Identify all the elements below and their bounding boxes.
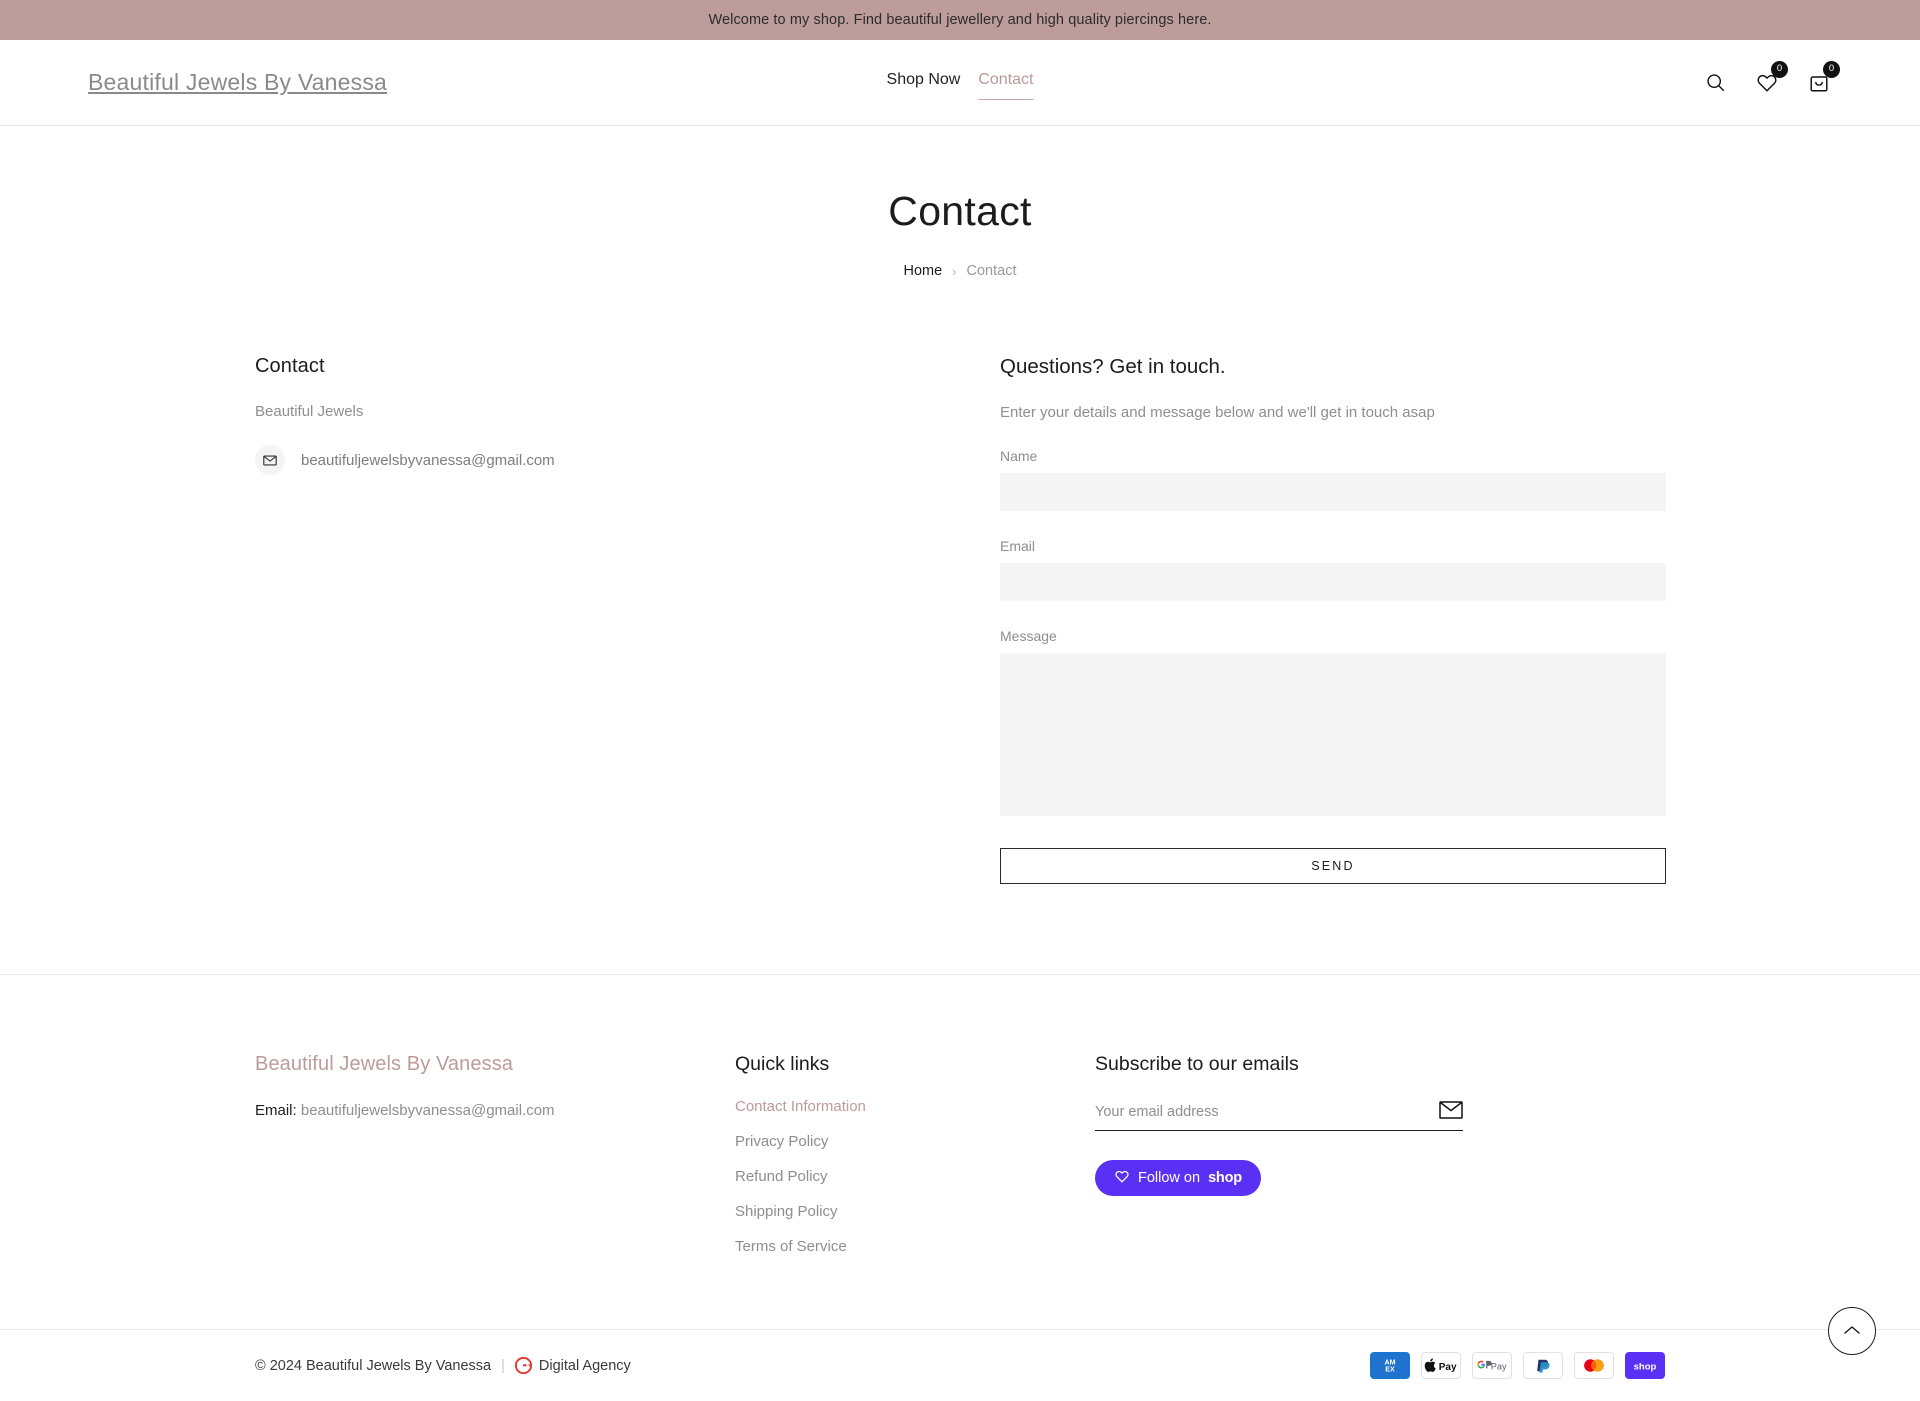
footer-email-line: Email: beautifuljewelsbyvanessa@gmail.co…	[255, 1102, 735, 1119]
nav-item-shop-now[interactable]: Shop Now	[887, 71, 961, 99]
contact-form-column: Questions? Get in touch. Enter your deta…	[1000, 355, 1666, 884]
cart-icon[interactable]: 0	[1806, 60, 1840, 96]
svg-text:shop: shop	[1634, 1361, 1657, 1372]
breadcrumb-current: Contact	[966, 263, 1017, 279]
quick-link-privacy-policy[interactable]: Privacy Policy	[735, 1133, 828, 1150]
footer-brand-name: Beautiful Jewels By Vanessa	[255, 1053, 514, 1075]
page-title: Contact	[888, 188, 1032, 234]
header-icon-group: 0 0	[1702, 60, 1840, 96]
contact-info-column: Contact Beautiful Jewels beautifuljewels…	[255, 355, 1000, 475]
follow-on-shop-prefix: Follow on	[1138, 1170, 1201, 1186]
contact-company-name: Beautiful Jewels	[255, 403, 364, 420]
email-field-group: Email	[1000, 538, 1666, 601]
send-button[interactable]: SEND	[1000, 848, 1666, 884]
email-input[interactable]	[1000, 563, 1666, 601]
footer-email-label: Email:	[255, 1102, 297, 1119]
email-field-label: Email	[1000, 538, 1036, 554]
envelope-icon	[255, 445, 285, 475]
contact-info-heading: Contact	[255, 355, 325, 377]
payment-methods-list: AM EX Pay Pay shop	[1370, 1352, 1665, 1379]
contact-form-heading: Questions? Get in touch.	[1000, 355, 1226, 378]
chevron-up-icon	[1844, 1322, 1860, 1340]
quick-link-terms-of-service[interactable]: Terms of Service	[735, 1238, 847, 1255]
payment-icon-apple-pay: Pay	[1421, 1352, 1461, 1379]
footer-bottom-bar: © 2024 Beautiful Jewels By Vanessa | Dig…	[0, 1329, 1920, 1401]
subscribe-email-input[interactable]	[1095, 1103, 1431, 1120]
site-header: Beautiful Jewels By Vanessa Shop Now Con…	[0, 40, 1920, 126]
list-item: Contact Information	[735, 1098, 1095, 1116]
page-header: Contact Home › Contact	[0, 126, 1920, 279]
main-navigation: Shop Now Contact	[887, 71, 1034, 100]
list-item: Privacy Policy	[735, 1133, 1095, 1151]
footer-quick-links-column: Quick links Contact Information Privacy …	[735, 1053, 1095, 1273]
footer-email-value: beautifuljewelsbyvanessa@gmail.com	[300, 1102, 555, 1119]
list-item: Refund Policy	[735, 1168, 1095, 1186]
subscribe-form	[1095, 1101, 1463, 1131]
name-field-label: Name	[1000, 448, 1038, 464]
subscribe-submit-button[interactable]	[1431, 1101, 1463, 1122]
nav-item-contact[interactable]: Contact	[978, 71, 1034, 100]
name-field-group: Name	[1000, 448, 1666, 511]
scroll-to-top-button[interactable]	[1828, 1307, 1876, 1355]
announcement-bar: Welcome to my shop. Find beautiful jewel…	[0, 0, 1920, 40]
wishlist-icon[interactable]: 0	[1754, 60, 1788, 96]
search-icon[interactable]	[1702, 70, 1728, 96]
g-logo-icon	[514, 1357, 532, 1374]
svg-text:EX: EX	[1385, 1366, 1395, 1374]
cart-count-badge: 0	[1823, 60, 1840, 78]
copyright-text: © 2024 Beautiful Jewels By Vanessa	[255, 1357, 492, 1374]
footer-subscribe-column: Subscribe to our emails Follow on shop	[1095, 1053, 1555, 1196]
site-footer: Beautiful Jewels By Vanessa Email: beaut…	[0, 974, 1920, 1273]
svg-text:Pay: Pay	[1439, 1362, 1457, 1373]
quick-link-contact-information[interactable]: Contact Information	[735, 1098, 866, 1115]
message-textarea[interactable]	[1000, 653, 1666, 816]
payment-icon-google-pay: Pay	[1472, 1352, 1512, 1379]
wishlist-count-badge: 0	[1771, 60, 1788, 78]
breadcrumb-home[interactable]: Home	[903, 263, 942, 279]
contact-form-description: Enter your details and message below and…	[1000, 404, 1435, 421]
agency-link[interactable]: Digital Agency	[539, 1358, 631, 1374]
announcement-text: Welcome to my shop. Find beautiful jewel…	[708, 12, 1212, 28]
heart-icon	[1114, 1169, 1130, 1188]
copyright-divider: |	[501, 1357, 505, 1374]
payment-icon-paypal	[1523, 1352, 1563, 1379]
copyright-line: © 2024 Beautiful Jewels By Vanessa | Dig…	[255, 1357, 631, 1374]
list-item: Shipping Policy	[735, 1203, 1095, 1221]
footer-brand-column: Beautiful Jewels By Vanessa Email: beaut…	[255, 1053, 735, 1119]
breadcrumb: Home › Contact	[0, 263, 1920, 279]
svg-text:Pay: Pay	[1491, 1361, 1507, 1371]
site-logo[interactable]: Beautiful Jewels By Vanessa	[88, 69, 387, 96]
payment-icon-shop-pay: shop	[1625, 1352, 1665, 1379]
envelope-icon	[1439, 1101, 1463, 1122]
subscribe-heading: Subscribe to our emails	[1095, 1053, 1299, 1075]
name-input[interactable]	[1000, 473, 1666, 511]
follow-on-shop-button[interactable]: Follow on shop	[1095, 1160, 1261, 1196]
quick-links-list: Contact Information Privacy Policy Refun…	[735, 1098, 1095, 1256]
quick-link-shipping-policy[interactable]: Shipping Policy	[735, 1203, 838, 1220]
payment-icon-mastercard	[1574, 1352, 1614, 1379]
chevron-right-icon: ›	[952, 263, 957, 279]
quick-links-heading: Quick links	[735, 1053, 830, 1075]
message-field-group: Message	[1000, 628, 1666, 821]
payment-icon-amex: AM EX	[1370, 1352, 1410, 1379]
contact-main: Contact Beautiful Jewels beautifuljewels…	[0, 279, 1920, 884]
list-item: Terms of Service	[735, 1238, 1095, 1256]
contact-email-address: beautifuljewelsbyvanessa@gmail.com	[301, 451, 555, 469]
follow-on-shop-brand: shop	[1208, 1170, 1242, 1186]
message-field-label: Message	[1000, 628, 1057, 644]
contact-email-row[interactable]: beautifuljewelsbyvanessa@gmail.com	[255, 445, 1000, 475]
quick-link-refund-policy[interactable]: Refund Policy	[735, 1168, 828, 1185]
